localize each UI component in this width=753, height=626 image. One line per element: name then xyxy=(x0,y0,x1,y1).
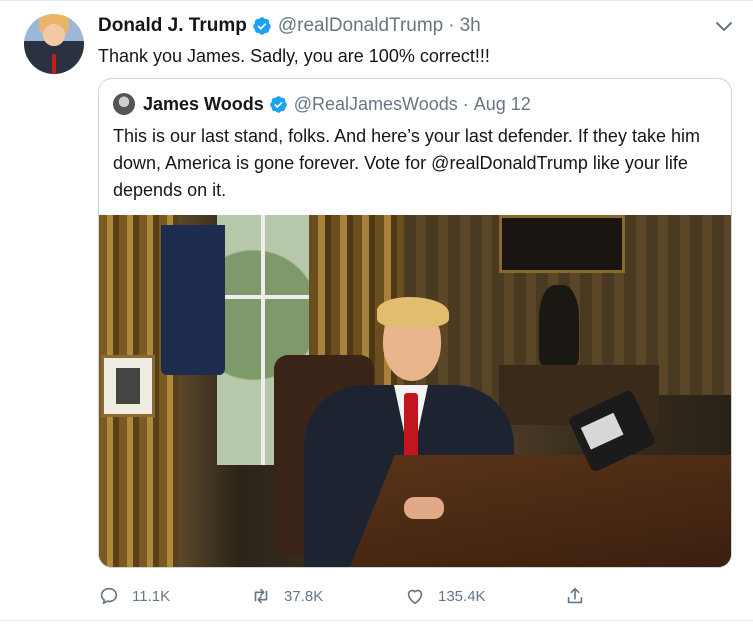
chevron-down-icon[interactable] xyxy=(712,14,736,38)
share-icon xyxy=(567,587,583,604)
like-count: 135.4K xyxy=(438,587,486,605)
quoted-tweet-header: James Woods @RealJamesWoods · Aug 12 xyxy=(113,92,531,116)
separator-dot: · xyxy=(448,15,455,36)
photo-painting xyxy=(499,215,625,273)
bottom-divider xyxy=(0,620,753,621)
photo-person-hand xyxy=(404,497,444,519)
reply-button[interactable]: 11.1K xyxy=(98,582,170,610)
reply-icon xyxy=(100,587,118,605)
separator-dot: · xyxy=(462,93,469,114)
quoted-tweet-photo[interactable] xyxy=(99,215,731,567)
tweet-actions: 11.1K 37.8K 135.4K xyxy=(98,582,598,610)
photo-statue xyxy=(539,285,579,365)
retweet-count: 37.8K xyxy=(284,587,324,605)
quoted-avatar xyxy=(113,93,135,115)
share-button[interactable] xyxy=(564,582,598,610)
top-divider xyxy=(0,0,753,1)
verified-badge-icon xyxy=(253,17,271,35)
retweet-icon xyxy=(254,588,268,604)
quoted-tweet-text: This is our last stand, folks. And here’… xyxy=(113,126,700,200)
author-handle[interactable]: @realDonaldTrump xyxy=(278,15,443,37)
quoted-author-handle: @RealJamesWoods xyxy=(293,93,458,114)
retweet-button[interactable]: 37.8K xyxy=(250,582,323,610)
timestamp[interactable]: 3h xyxy=(460,15,481,37)
author-name[interactable]: Donald J. Trump xyxy=(98,15,247,37)
reply-count: 11.1K xyxy=(132,587,171,605)
photo-flag xyxy=(161,225,225,375)
tweet-header: Donald J. Trump @realDonaldTrump · 3h xyxy=(98,14,481,38)
photo-picture-frame xyxy=(101,355,155,417)
tweet-text: Thank you James. Sadly, you are 100% cor… xyxy=(98,46,490,66)
photo-person-hair xyxy=(377,297,449,327)
avatar[interactable] xyxy=(24,14,84,74)
quoted-author-name: James Woods xyxy=(143,93,264,114)
like-button[interactable]: 135.4K xyxy=(404,582,486,610)
quoted-timestamp: Aug 12 xyxy=(473,93,531,114)
verified-badge-icon xyxy=(269,95,287,113)
like-icon xyxy=(407,589,423,605)
quoted-tweet[interactable]: James Woods @RealJamesWoods · Aug 12 Thi… xyxy=(98,78,732,568)
